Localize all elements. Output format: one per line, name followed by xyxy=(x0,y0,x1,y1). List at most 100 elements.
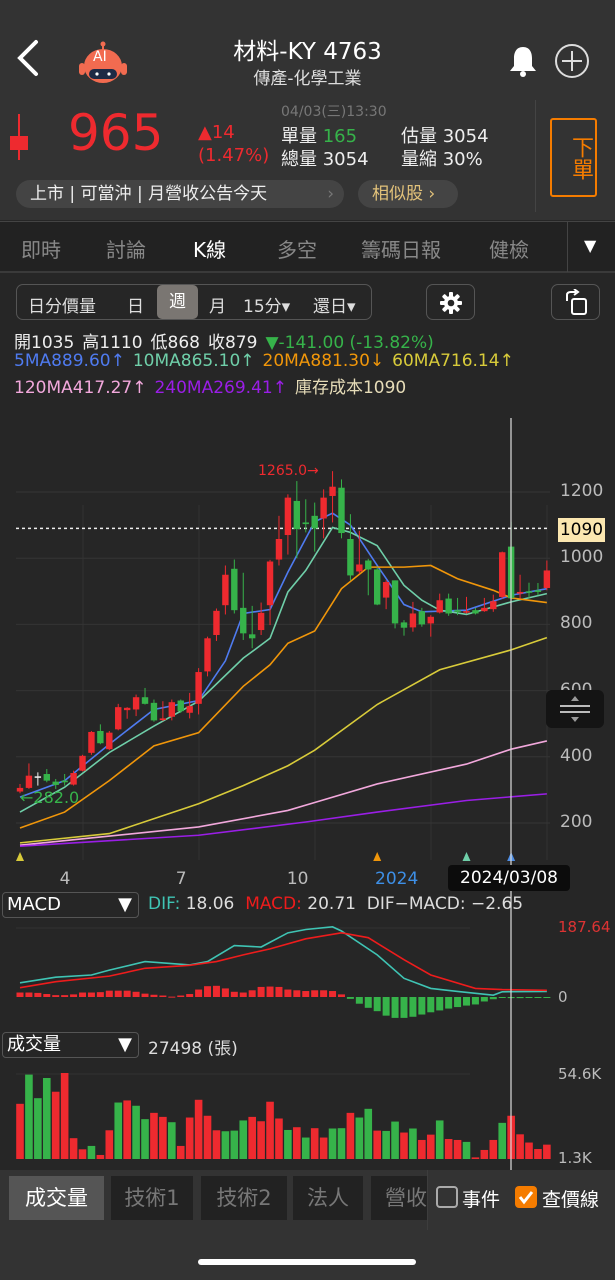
volume-bar xyxy=(275,1118,283,1159)
tab-chip-daily[interactable]: 籌碼日報 xyxy=(361,234,441,263)
macd-hist-bar xyxy=(123,990,131,997)
volume-bar xyxy=(471,1157,480,1159)
indicator-select-macd[interactable]: MACD ▼ xyxy=(2,892,139,918)
candle-body xyxy=(302,522,309,525)
btab-volume[interactable]: 成交量 xyxy=(9,1176,104,1220)
time-tick: 7 xyxy=(175,869,187,889)
resize-handle-icon xyxy=(560,696,590,722)
volume-bar xyxy=(409,1128,417,1159)
macd-hist-bar xyxy=(275,986,283,997)
candle-body xyxy=(25,775,33,788)
candle-body xyxy=(427,616,434,624)
stock-tags-pill[interactable]: 上市 | 可當沖 | 月營收公告今天 › xyxy=(16,180,344,208)
tab-kline[interactable]: K線 xyxy=(193,234,226,263)
btab-tech2[interactable]: 技術2 xyxy=(201,1176,287,1220)
volume-bar xyxy=(453,1139,462,1159)
home-indicator xyxy=(198,1259,416,1265)
candle-body xyxy=(481,607,488,612)
rotate-screen-button[interactable] xyxy=(551,284,600,320)
volume-bar xyxy=(337,1128,346,1159)
tab-bull-bear[interactable]: 多空 xyxy=(277,234,317,263)
volume-min-label: 1.3K xyxy=(558,1149,592,1167)
macd-hist-bar xyxy=(43,994,51,997)
macd-hist-bar xyxy=(150,994,158,997)
volume-bar xyxy=(525,1142,533,1159)
price-line-label: 查價線 xyxy=(542,1189,600,1211)
mini-candle-icon xyxy=(10,114,28,160)
indicator-select-volume[interactable]: 成交量 ▼ xyxy=(2,1032,139,1058)
candle-body xyxy=(43,774,50,781)
tab-realtime[interactable]: 即時 xyxy=(21,234,61,263)
total-vol-label: 總量 xyxy=(281,149,317,170)
candle-body xyxy=(61,780,68,783)
tab-discussion[interactable]: 討論 xyxy=(106,234,146,263)
period-day[interactable]: 日 xyxy=(127,292,144,317)
add-watchlist-icon[interactable] xyxy=(554,43,590,79)
btab-tech1[interactable]: 技術1 xyxy=(111,1176,193,1220)
high-value: 高1110 xyxy=(82,333,143,353)
stock-tabs: 即時 討論 K線 多空 籌碼日報 健檢 ▼ xyxy=(0,221,615,273)
candle-body xyxy=(382,582,390,598)
candle-body xyxy=(525,591,533,593)
volume-bar xyxy=(230,1130,239,1159)
candle-body xyxy=(329,486,336,496)
candle-body xyxy=(409,613,417,628)
more-tabs-icon[interactable]: ▼ xyxy=(584,236,596,255)
candle-body xyxy=(257,612,265,631)
volume-bar xyxy=(543,1144,551,1159)
macd-hist-bar xyxy=(373,997,381,1012)
macd-value: 20.71 xyxy=(307,894,356,914)
price-line-checkbox[interactable] xyxy=(515,1186,537,1208)
period-week[interactable]: 週 xyxy=(157,285,198,319)
time-tick: 10 xyxy=(286,869,309,889)
candle-body xyxy=(115,707,122,730)
candle-body xyxy=(204,638,211,672)
order-button[interactable]: 下單 xyxy=(550,118,597,197)
volume-bar xyxy=(534,1148,542,1159)
candle-body xyxy=(97,730,104,744)
candle-body xyxy=(516,591,524,594)
chart-resize-handle[interactable] xyxy=(546,690,604,728)
single-vol-label: 單量 xyxy=(281,126,317,147)
candle-body xyxy=(499,552,506,597)
similar-stocks-button[interactable]: 相似股 › xyxy=(358,180,458,208)
volume-bar xyxy=(462,1141,471,1159)
macd-readout: DIF: 18.06 MACD: 20.71 DIF−MACD: −2.65 xyxy=(148,894,523,914)
bell-icon[interactable] xyxy=(507,44,539,78)
volume-bar xyxy=(96,1154,105,1159)
candle-body xyxy=(311,515,318,529)
candle-body xyxy=(472,610,479,614)
dropdown-arrow-icon: ▼ xyxy=(118,894,132,915)
macd-hist-bar xyxy=(96,992,104,997)
volume-bar xyxy=(480,1149,489,1159)
settings-button[interactable] xyxy=(426,284,475,320)
period-15min[interactable]: 15分▾ xyxy=(243,292,290,317)
macd-line xyxy=(19,932,547,992)
ma240-value: 240MA269.41↑ xyxy=(154,378,287,398)
volume-bar xyxy=(141,1119,149,1159)
ma5-value: 5MA889.60↑ xyxy=(14,351,125,371)
candle-body xyxy=(248,634,256,639)
macd-hist-bar xyxy=(293,990,301,997)
macd-hist-bar xyxy=(329,991,337,997)
macd-hist-bar xyxy=(445,997,453,1009)
volume-bar xyxy=(498,1122,507,1159)
cost-line-label: 1090 xyxy=(558,518,605,542)
macd-hist-bar xyxy=(516,997,524,999)
tab-health-check[interactable]: 健檢 xyxy=(489,234,529,263)
volume-bar xyxy=(60,1073,69,1159)
macd-hist-bar xyxy=(337,994,345,997)
event-checkbox[interactable] xyxy=(436,1186,458,1208)
last-price: 965 xyxy=(68,104,164,162)
btab-institutional[interactable]: 法人 xyxy=(293,1176,363,1220)
macd-hist-bar xyxy=(52,995,60,997)
ma20-value: 20MA881.30↓ xyxy=(262,351,385,371)
period-intraday[interactable]: 日分價量 xyxy=(28,292,96,317)
dropdown-arrow-icon: ▼ xyxy=(118,1034,132,1055)
period-month[interactable]: 月 xyxy=(209,292,226,317)
macd-hist-bar xyxy=(489,997,497,1000)
price-adjust[interactable]: 還日▾ xyxy=(313,292,356,317)
candle-body xyxy=(275,539,283,560)
chevron-right-icon: › xyxy=(428,184,436,204)
volume-bar xyxy=(391,1121,399,1159)
